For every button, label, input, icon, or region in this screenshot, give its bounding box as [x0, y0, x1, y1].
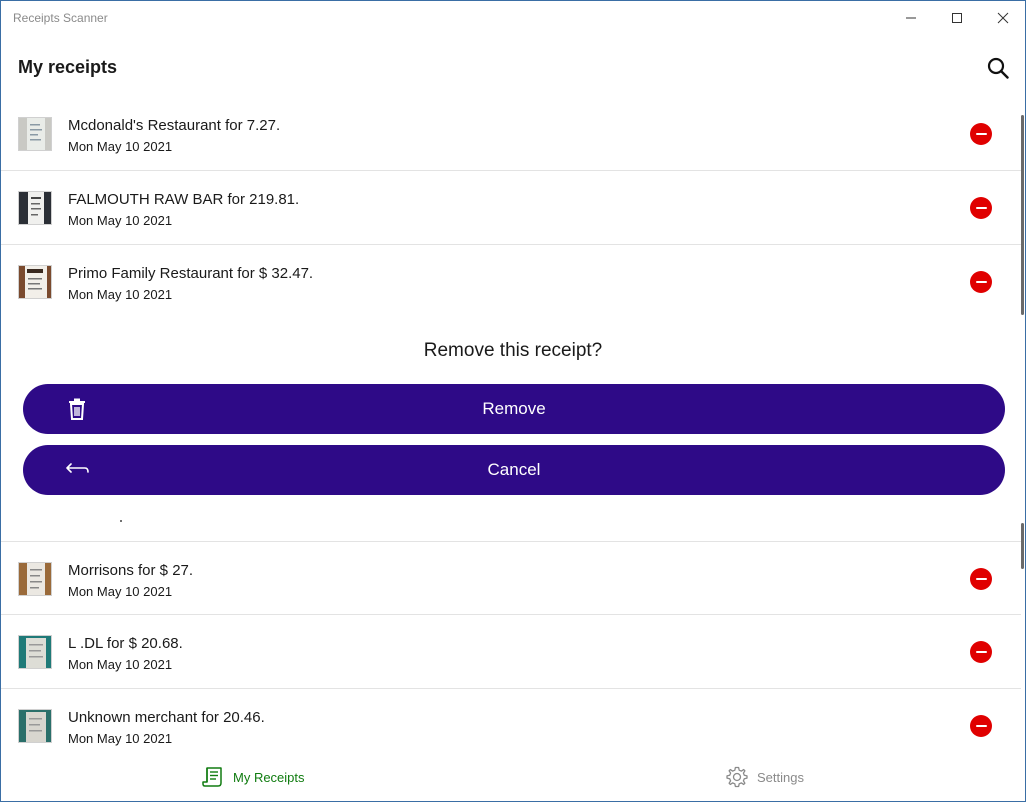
- list-item[interactable]: Morrisons for $ 27. Mon May 10 2021: [1, 541, 1021, 615]
- maximize-button[interactable]: [934, 1, 980, 35]
- minimize-button[interactable]: [888, 1, 934, 35]
- minus-icon: [975, 280, 987, 284]
- receipt-title: Unknown merchant for 20.46.: [68, 709, 265, 726]
- remove-confirmation-panel: Remove this receipt? Remove Cancel: [1, 319, 1021, 525]
- remove-receipt-button[interactable]: [970, 568, 992, 590]
- remove-receipt-button[interactable]: [970, 271, 992, 293]
- nav-my-receipts[interactable]: My Receipts: [201, 753, 305, 801]
- gear-icon: [726, 766, 748, 788]
- remove-receipt-button[interactable]: [970, 123, 992, 145]
- page-header: My receipts: [1, 35, 1025, 97]
- list-item[interactable]: Unknown merchant for 20.46. Mon May 10 2…: [1, 689, 1021, 757]
- nav-settings[interactable]: Settings: [725, 753, 804, 801]
- receipt-title: FALMOUTH RAW BAR for 219.81.: [68, 191, 300, 208]
- nav-my-receipts-label: My Receipts: [233, 769, 305, 785]
- maximize-icon: [952, 13, 962, 23]
- receipt-thumbnail: [18, 635, 52, 669]
- receipt-title: L .DL for $ 20.68.: [68, 635, 183, 652]
- receipt-title: Morrisons for $ 27.: [68, 562, 194, 579]
- bottom-navigation: My Receipts Settings: [1, 753, 1025, 801]
- confirmation-question: Remove this receipt?: [423, 340, 603, 361]
- receipt-title: Primo Family Restaurant for $ 32.47.: [68, 265, 314, 282]
- minimize-icon: [906, 17, 916, 19]
- remove-receipt-button[interactable]: [970, 641, 992, 663]
- list-item[interactable]: L .DL for $ 20.68. Mon May 10 2021: [1, 615, 1021, 689]
- close-icon: [997, 12, 1009, 24]
- list-item[interactable]: Mcdonald's Restaurant for 7.27. Mon May …: [1, 97, 1021, 171]
- receipt-date: Mon May 10 2021: [68, 213, 173, 228]
- scrollbar-thumb-lower[interactable]: [1021, 523, 1024, 569]
- receipts-list[interactable]: Mcdonald's Restaurant for 7.27. Mon May …: [1, 97, 1021, 757]
- receipt-date: Mon May 10 2021: [68, 287, 173, 302]
- title-bar: Receipts Scanner: [1, 1, 1025, 35]
- app-window: Receipts Scanner My receipts Mcdonald's …: [0, 0, 1026, 802]
- remove-button-label: Remove: [482, 399, 546, 418]
- receipt-date: Mon May 10 2021: [68, 584, 173, 599]
- close-button[interactable]: [980, 1, 1025, 35]
- minus-icon: [975, 577, 987, 581]
- receipt-date: Mon May 10 2021: [68, 657, 173, 672]
- search-button[interactable]: [983, 53, 1013, 83]
- receipt-thumbnail: [18, 117, 52, 151]
- cancel-button[interactable]: Cancel: [23, 445, 1005, 495]
- list-item[interactable]: Primo Family Restaurant for $ 32.47. Mon…: [1, 245, 1021, 319]
- search-icon: [987, 57, 1009, 79]
- receipt-date: Mon May 10 2021: [68, 139, 173, 154]
- scrollbar-thumb[interactable]: [1021, 115, 1024, 315]
- nav-settings-label: Settings: [757, 769, 804, 785]
- receipt-date: Mon May 10 2021: [68, 731, 173, 746]
- receipt-thumbnail: [18, 709, 52, 743]
- receipt-icon: [202, 767, 222, 787]
- remove-button[interactable]: Remove: [23, 384, 1005, 434]
- page-title: My receipts: [18, 57, 118, 77]
- cancel-button-label: Cancel: [487, 460, 541, 479]
- receipt-thumbnail: [18, 191, 52, 225]
- minus-icon: [975, 650, 987, 654]
- minus-icon: [975, 724, 987, 728]
- app-title: Receipts Scanner: [13, 11, 108, 25]
- minus-icon: [975, 132, 987, 136]
- minus-icon: [975, 206, 987, 210]
- divider-dot: [120, 520, 122, 522]
- receipt-thumbnail: [18, 562, 52, 596]
- remove-receipt-button[interactable]: [970, 197, 992, 219]
- receipt-thumbnail: [18, 265, 52, 299]
- receipt-title: Mcdonald's Restaurant for 7.27.: [68, 117, 281, 134]
- remove-receipt-button[interactable]: [970, 715, 992, 737]
- list-item[interactable]: FALMOUTH RAW BAR for 219.81. Mon May 10 …: [1, 171, 1021, 245]
